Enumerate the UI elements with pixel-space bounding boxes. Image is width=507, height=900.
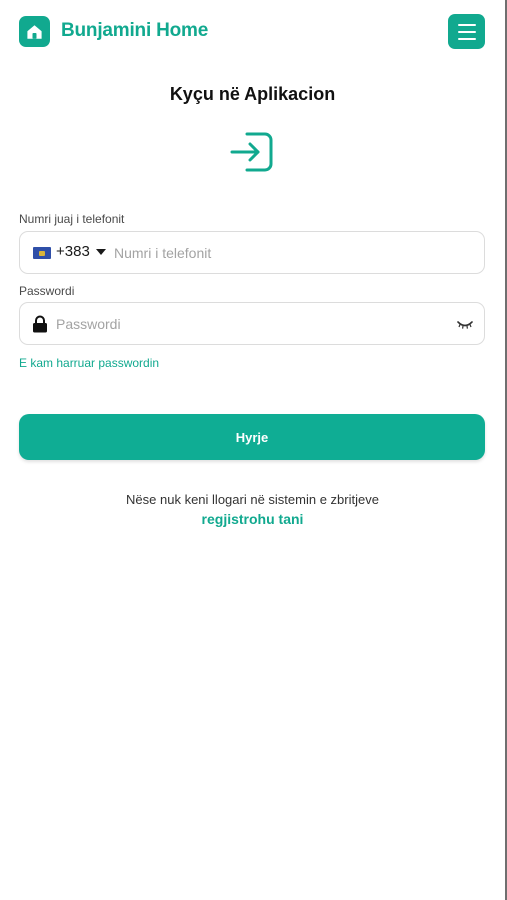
eye-closed-icon[interactable] (457, 320, 473, 330)
password-label: Passwordi (19, 284, 75, 298)
page-title: Kyçu në Aplikacion (169, 84, 336, 104)
kosovo-flag-icon[interactable] (33, 247, 51, 259)
lock-icon (33, 315, 47, 333)
phone-input[interactable] (114, 232, 474, 273)
chevron-down-icon[interactable] (96, 249, 106, 255)
forgot-password-link[interactable]: E kam harruar passwordin (19, 356, 159, 370)
country-code[interactable]: +383 (56, 243, 90, 260)
password-field (19, 302, 485, 345)
app-header: Bunjamini Home (0, 0, 505, 64)
login-arrow-icon (230, 132, 273, 172)
register-prompt: Nëse nuk keni llogari në sistemin e zbri… (126, 492, 379, 507)
login-page: Bunjamini Home Kyçu në Aplikacion Numri … (0, 0, 507, 900)
phone-label: Numri juaj i telefonit (19, 212, 125, 226)
brand-name[interactable]: Bunjamini Home (61, 20, 208, 42)
hamburger-menu-icon[interactable] (448, 14, 485, 49)
password-input[interactable] (56, 303, 446, 344)
home-icon[interactable] (19, 16, 50, 47)
login-button[interactable]: Hyrje (19, 414, 485, 460)
phone-field: +383 (19, 231, 485, 274)
register-link[interactable]: regjistrohu tani (0, 511, 505, 527)
